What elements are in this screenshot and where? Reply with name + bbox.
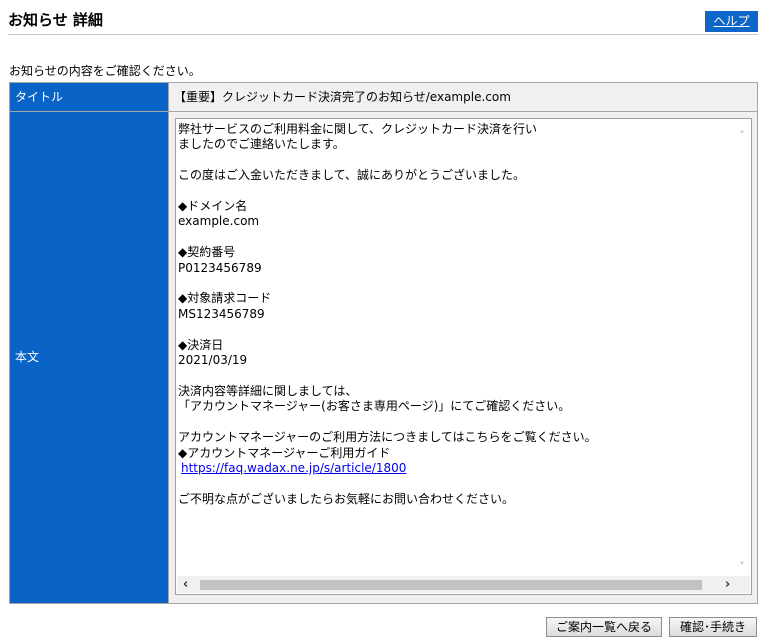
scroll-left-icon[interactable]: ‹: [177, 576, 194, 593]
scroll-down-icon[interactable]: ˅: [735, 560, 749, 574]
title-label: タイトル: [10, 83, 168, 111]
body-value-cell: 弊社サービスのご利用料金に関して、クレジットカード決済を行い ましたのでご連絡い…: [168, 112, 757, 603]
body-text-main: 弊社サービスのご利用料金に関して、クレジットカード決済を行い ましたのでご連絡い…: [178, 122, 597, 460]
back-to-list-button[interactable]: ご案内一覧へ戻る: [546, 617, 662, 637]
title-divider: [8, 34, 758, 35]
scrollbar-corner: [734, 576, 750, 593]
body-row: 本文 弊社サービスのご利用料金に関して、クレジットカード決済を行い ましたのでご…: [10, 112, 757, 603]
scroll-up-icon[interactable]: ˄: [735, 129, 749, 143]
title-value: 【重要】クレジットカード決済完了のお知らせ/example.com: [168, 83, 757, 111]
title-row: タイトル 【重要】クレジットカード決済完了のお知らせ/example.com: [10, 83, 757, 112]
confirm-procedure-button[interactable]: 確認･手続き: [669, 617, 757, 637]
body-textarea[interactable]: 弊社サービスのご利用料金に関して、クレジットカード決済を行い ましたのでご連絡い…: [175, 118, 752, 595]
intro-text: お知らせの内容をご確認ください。: [9, 64, 201, 78]
guide-link[interactable]: https://faq.wadax.ne.jp/s/article/1800: [181, 461, 406, 475]
body-label-cell: 本文: [10, 112, 168, 603]
horizontal-scrollbar[interactable]: ‹ ›: [177, 576, 736, 593]
help-button[interactable]: ヘルプ: [705, 11, 758, 32]
page-title: お知らせ 詳細: [8, 11, 103, 29]
notice-detail-table: タイトル 【重要】クレジットカード決済完了のお知らせ/example.com 本…: [9, 82, 758, 604]
body-label: 本文: [15, 350, 40, 364]
body-text-footer: ご不明な点がございましたらお気軽にお問い合わせください。: [178, 491, 515, 506]
horizontal-scroll-thumb[interactable]: [200, 580, 702, 590]
body-text: 弊社サービスのご利用料金に関して、クレジットカード決済を行い ましたのでご連絡い…: [178, 122, 728, 507]
